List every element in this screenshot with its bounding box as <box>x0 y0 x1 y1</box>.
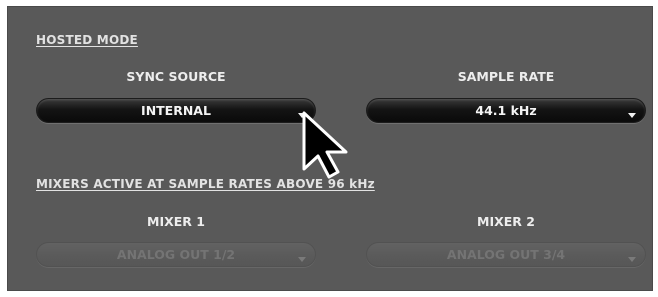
hosted-mode-title: HOSTED MODE <box>36 33 138 47</box>
sync-source-value: INTERNAL <box>141 103 211 118</box>
mixers-active-title: MIXERS ACTIVE AT SAMPLE RATES ABOVE 96 k… <box>36 177 375 191</box>
sample-rate-value: 44.1 kHz <box>475 103 537 118</box>
mixer-1-dropdown[interactable]: ANALOG OUT 1/2 <box>36 242 316 267</box>
mixer-2-value: ANALOG OUT 3/4 <box>446 247 566 262</box>
sync-source-label: SYNC SOURCE <box>126 69 226 84</box>
mixer-2-dropdown[interactable]: ANALOG OUT 3/4 <box>366 242 646 267</box>
dropdown-arrow-icon <box>628 113 636 118</box>
sync-source-dropdown[interactable]: INTERNAL <box>36 98 316 123</box>
dropdown-arrow-icon <box>298 257 306 262</box>
mixer-1-label: MIXER 1 <box>147 214 205 229</box>
mixer-2-label: MIXER 2 <box>477 214 535 229</box>
mixer-1-value: ANALOG OUT 1/2 <box>116 247 236 262</box>
dropdown-arrow-icon <box>628 257 636 262</box>
sample-rate-dropdown[interactable]: 44.1 kHz <box>366 98 646 123</box>
sample-rate-label: SAMPLE RATE <box>457 69 555 84</box>
mouse-pointer-icon <box>302 111 348 179</box>
